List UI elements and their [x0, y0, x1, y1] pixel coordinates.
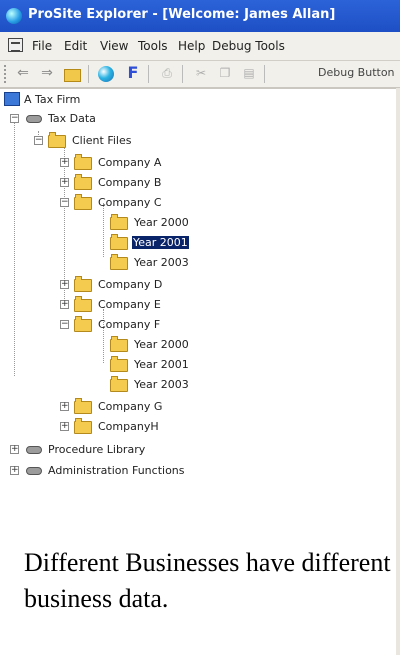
- folder-icon: [74, 418, 92, 434]
- window-right-edge: [396, 88, 400, 655]
- paste-icon[interactable]: ▤: [240, 64, 258, 82]
- menu-tools[interactable]: Tools: [138, 39, 168, 53]
- collapse-icon[interactable]: −: [60, 198, 69, 207]
- folder-icon: [110, 376, 128, 392]
- system-menu-icon[interactable]: [8, 38, 23, 52]
- folder-open-icon: [110, 234, 128, 250]
- drive-icon: [26, 115, 42, 123]
- drive-icon: [26, 446, 42, 454]
- forward-arrow-icon[interactable]: ⇒: [38, 64, 56, 82]
- cut-icon[interactable]: ✂: [192, 64, 210, 82]
- folder-icon: [74, 316, 92, 332]
- folder-icon: [110, 214, 128, 230]
- expand-icon[interactable]: +: [60, 402, 69, 411]
- tree-line: [14, 116, 16, 376]
- expand-icon[interactable]: +: [60, 300, 69, 309]
- menu-help[interactable]: Help: [178, 39, 205, 53]
- collapse-icon[interactable]: −: [60, 320, 69, 329]
- expand-icon[interactable]: +: [60, 422, 69, 431]
- back-arrow-icon[interactable]: ⇐: [14, 64, 32, 82]
- slide-caption: Different Businesses have different busi…: [24, 548, 391, 613]
- computer-icon: [4, 92, 20, 106]
- copy-icon[interactable]: ❐: [216, 64, 234, 82]
- toolbar-separator: [88, 65, 89, 83]
- folder-icon: [74, 296, 92, 312]
- tree-line: [103, 203, 105, 257]
- debug-button[interactable]: Debug Button: [318, 66, 395, 79]
- window-title: ProSite Explorer - [Welcome: James Allan…: [28, 7, 336, 22]
- print-icon[interactable]: ⎙: [158, 64, 176, 82]
- expand-icon[interactable]: +: [60, 280, 69, 289]
- menu-debug-tools[interactable]: Debug Tools: [212, 39, 285, 53]
- folder-icon: [74, 194, 92, 210]
- folder-icon: [74, 174, 92, 190]
- globe-icon[interactable]: [98, 66, 114, 82]
- expand-icon[interactable]: +: [60, 178, 69, 187]
- collapse-icon[interactable]: −: [10, 114, 19, 123]
- menu-file[interactable]: File: [32, 39, 52, 53]
- folder-icon: [48, 132, 66, 148]
- folder-icon: [74, 154, 92, 170]
- toolbar-separator: [264, 65, 265, 83]
- folder-icon: [74, 276, 92, 292]
- folder-icon: [110, 356, 128, 372]
- expand-icon[interactable]: +: [10, 466, 19, 475]
- folder-icon: [110, 336, 128, 352]
- app-globe-icon: [6, 8, 22, 24]
- drive-icon: [26, 467, 42, 475]
- menu-bar: File Edit View Tools Help Debug Tools: [0, 32, 400, 61]
- app-window: ProSite Explorer - [Welcome: James Allan…: [0, 0, 400, 656]
- toolbar: ⇐ ⇒ F ⎙ ✂ ❐ ▤ Debug Button: [0, 61, 400, 88]
- folder-up-icon[interactable]: [64, 69, 81, 82]
- toolbar-separator: [148, 65, 149, 83]
- expand-icon[interactable]: +: [60, 158, 69, 167]
- toolbar-grip[interactable]: [4, 65, 10, 83]
- f-icon[interactable]: F: [124, 64, 142, 82]
- folder-icon: [74, 398, 92, 414]
- title-bar: ProSite Explorer - [Welcome: James Allan…: [0, 0, 400, 32]
- collapse-icon[interactable]: −: [34, 136, 43, 145]
- menu-edit[interactable]: Edit: [64, 39, 87, 53]
- folder-icon: [110, 254, 128, 270]
- menu-view[interactable]: View: [100, 39, 128, 53]
- expand-icon[interactable]: +: [10, 445, 19, 454]
- toolbar-separator: [182, 65, 183, 83]
